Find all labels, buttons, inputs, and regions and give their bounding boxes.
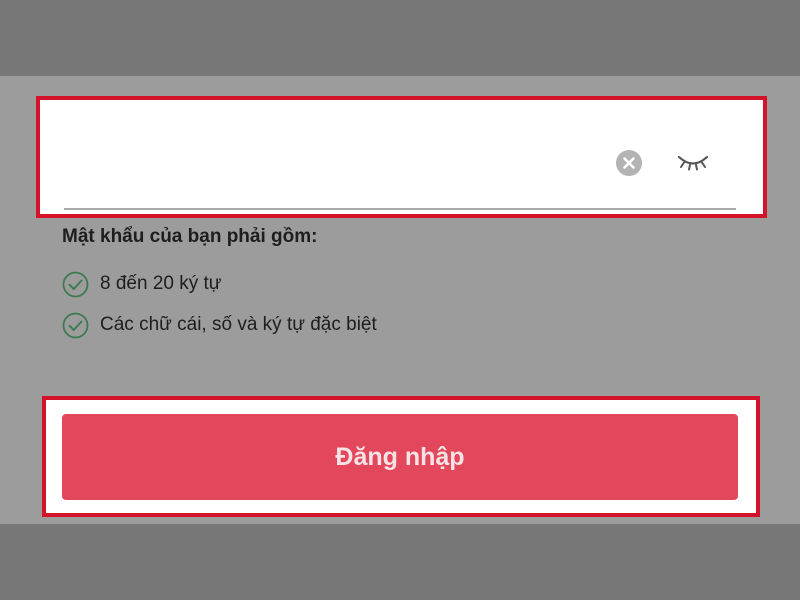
- password-input[interactable]: [64, 128, 608, 180]
- password-requirements-title: Mật khẩu của bạn phải gồm:: [62, 226, 318, 247]
- password-field-underline: [64, 208, 736, 210]
- clear-icon[interactable]: [616, 150, 642, 176]
- requirement-label: Các chữ cái, số và ký tự đặc biệt: [100, 314, 377, 335]
- check-circle-icon: [62, 312, 89, 339]
- eye-closed-icon[interactable]: [676, 152, 710, 174]
- login-button[interactable]: Đăng nhập: [62, 414, 738, 500]
- requirement-item-characters: Các chữ cái, số và ký tự đặc biệt: [62, 311, 377, 339]
- login-button-highlight: Đăng nhập: [42, 396, 760, 517]
- check-circle-icon: [62, 271, 89, 298]
- requirement-label: 8 đến 20 ký tự: [100, 273, 222, 294]
- password-field-highlight: [36, 96, 767, 218]
- requirement-item-length: 8 đến 20 ký tự: [62, 270, 222, 298]
